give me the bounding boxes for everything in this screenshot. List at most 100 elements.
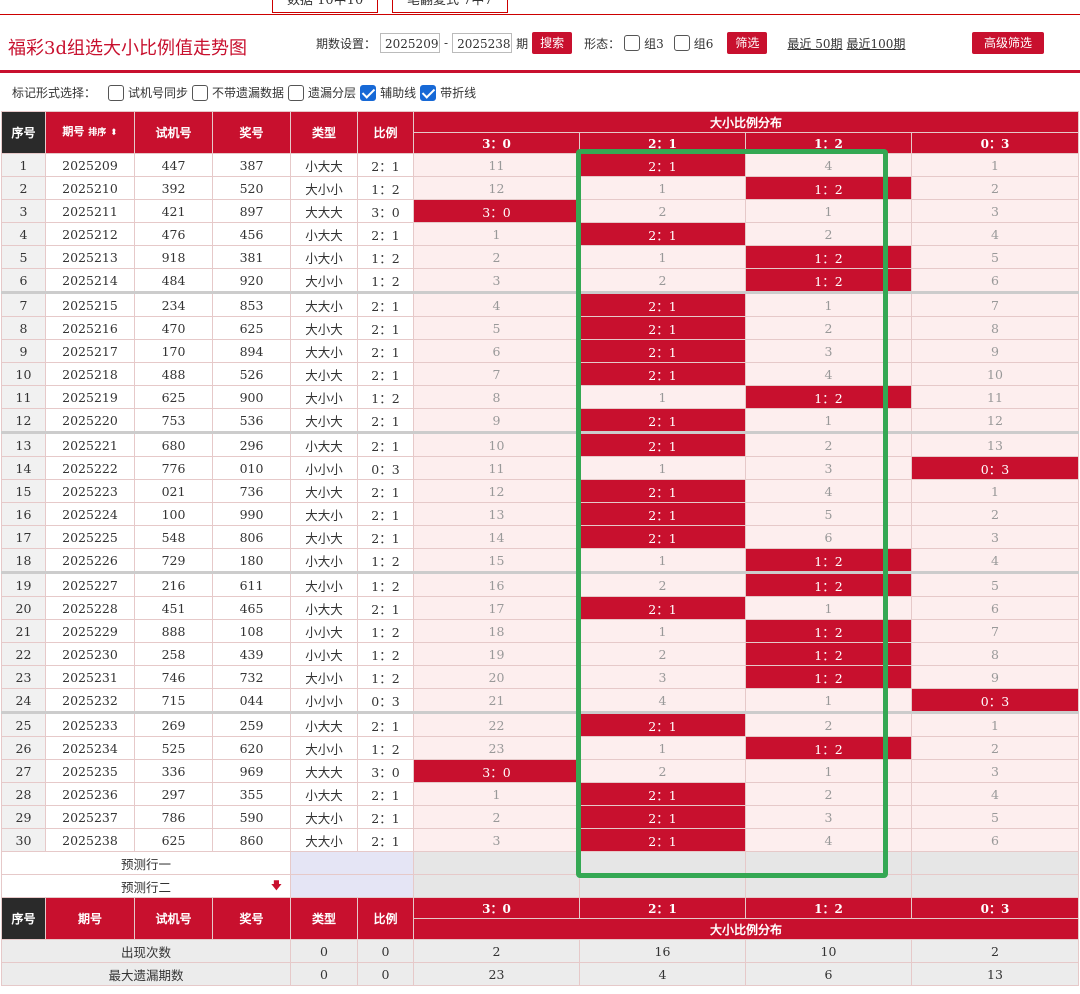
z3-checkbox[interactable] <box>624 35 641 51</box>
col-period-label: 期号 <box>62 125 85 138</box>
col-period[interactable]: 期号 排序 ⬍ <box>45 111 135 154</box>
cell-test: 729 <box>134 548 213 573</box>
dist-miss-cell: 12 <box>910 408 1080 433</box>
opt-sync-checkbox[interactable] <box>108 84 125 101</box>
cell-test: 297 <box>134 782 213 806</box>
dist-hit-cell: 2：1 <box>579 782 746 806</box>
predict-cell[interactable] <box>413 874 580 898</box>
predict-row-2-input[interactable] <box>290 874 414 898</box>
tab-compound[interactable]: 笔翻复式 7中7 <box>392 0 508 13</box>
table-row: 25 2025233 269 259 小大大 2：1 22 2：1 2 1 <box>1 711 1080 737</box>
cell-seq: 8 <box>1 316 46 340</box>
dist-miss-cell: 19 <box>413 642 580 666</box>
sort-arrows-icon[interactable]: ⬍ <box>110 128 118 138</box>
dist-hit-cell: 2：1 <box>579 339 746 363</box>
predict-cell[interactable] <box>579 851 746 875</box>
search-button[interactable]: 搜索 <box>532 32 573 54</box>
dist-hit-cell: 2：1 <box>579 828 746 852</box>
recent-50-link[interactable]: 最近 50期 <box>787 35 842 52</box>
period-to-input[interactable]: 2025238 <box>452 33 513 53</box>
dist-miss-cell: 1 <box>579 619 746 643</box>
cell-ratio: 2：1 <box>357 153 414 177</box>
dist-miss-cell: 1 <box>579 736 746 760</box>
dist-miss-cell: 2 <box>745 431 912 457</box>
dist-miss-cell: 6 <box>910 268 1080 293</box>
cell-ratio: 1：2 <box>357 736 414 760</box>
dist-hit-cell: 2：1 <box>579 525 746 549</box>
cell-prize: 920 <box>212 268 291 293</box>
cell-test: 336 <box>134 759 213 783</box>
dist-miss-cell: 7 <box>910 291 1080 317</box>
cell-seq: 22 <box>1 642 46 666</box>
tab-data[interactable]: 数据 10中10 <box>272 0 379 13</box>
cell-seq: 3 <box>1 199 46 223</box>
z6-checkbox[interactable] <box>673 35 690 51</box>
opt-nomiss-label: 不带遗漏数据 <box>212 86 285 100</box>
cell-seq: 21 <box>1 619 46 643</box>
dist-hit-cell: 1：2 <box>745 245 912 269</box>
cell-type: 小大大 <box>290 782 358 806</box>
stat-cell: 0 <box>357 962 414 986</box>
predict-cell[interactable] <box>910 851 1080 875</box>
cell-period: 2025231 <box>45 665 135 689</box>
cell-test: 918 <box>134 245 213 269</box>
predict-cell[interactable] <box>579 874 746 898</box>
cell-period: 2025219 <box>45 385 135 409</box>
table-row: 3 2025211 421 897 大大大 3：0 3：0 2 1 3 <box>1 199 1080 223</box>
opt-line-checkbox[interactable] <box>420 84 437 101</box>
form-label: 形态： <box>584 36 621 51</box>
predict-cell[interactable] <box>413 851 580 875</box>
table-row: 30 2025238 625 860 大大小 2：1 3 2：1 4 6 <box>1 828 1080 852</box>
cell-period: 2025229 <box>45 619 135 643</box>
cell-prize: 044 <box>212 688 291 713</box>
dist-miss-cell: 4 <box>745 828 912 852</box>
table-row: 26 2025234 525 620 大小小 1：2 23 1 1：2 2 <box>1 736 1080 760</box>
foot-col-test: 试机号 <box>134 897 213 940</box>
dist-hit-cell: 2：1 <box>579 222 746 246</box>
table-row: 14 2025222 776 010 小小小 0：3 11 1 3 0：3 <box>1 456 1080 480</box>
dist-miss-cell: 5 <box>910 805 1080 829</box>
dist-miss-cell: 3 <box>745 339 912 363</box>
arrow-down-icon[interactable]: 🡇 <box>271 877 282 896</box>
col-sort-label[interactable]: 排序 <box>88 128 106 138</box>
table-row: 6 2025214 484 920 大小小 1：2 3 2 1：2 6 <box>1 268 1080 293</box>
predict-cell[interactable] <box>910 874 1080 898</box>
cell-ratio: 2：1 <box>357 408 414 433</box>
dist-col-2-1: 2：1 <box>579 132 746 154</box>
advanced-filter-button[interactable]: 高级筛选 <box>972 32 1045 54</box>
opt-sync-label: 试机号同步 <box>128 86 189 100</box>
cell-test: 447 <box>134 153 213 177</box>
cell-seq: 25 <box>1 711 46 737</box>
opt-guide-checkbox[interactable] <box>360 84 377 101</box>
table-row: 11 2025219 625 900 大小小 1：2 8 1 1：2 11 <box>1 385 1080 409</box>
dist-miss-cell: 1 <box>745 199 912 223</box>
cell-ratio: 1：2 <box>357 619 414 643</box>
dist-miss-cell: 1 <box>745 408 912 433</box>
cell-period: 2025209 <box>45 153 135 177</box>
cell-test: 746 <box>134 665 213 689</box>
dist-miss-cell: 10 <box>910 362 1080 386</box>
header-divider <box>0 70 1080 73</box>
cell-seq: 24 <box>1 688 46 713</box>
opt-layer-checkbox[interactable] <box>288 84 305 101</box>
predict-cell[interactable] <box>745 851 912 875</box>
dist-hit-cell: 2：1 <box>579 805 746 829</box>
stat-cell: 23 <box>413 962 580 986</box>
cell-prize: 853 <box>212 291 291 317</box>
table-row: 4 2025212 476 456 小大大 2：1 1 2：1 2 4 <box>1 222 1080 246</box>
dist-miss-cell: 1 <box>579 385 746 409</box>
dist-miss-cell: 1 <box>413 222 580 246</box>
dist-miss-cell: 13 <box>413 502 580 526</box>
dist-hit-cell: 0：3 <box>910 456 1080 480</box>
period-from-input[interactable]: 2025209 <box>380 33 441 53</box>
predict-cell[interactable] <box>745 874 912 898</box>
cell-prize: 259 <box>212 711 291 737</box>
dist-miss-cell: 1 <box>910 479 1080 503</box>
predict-row-1-input[interactable] <box>290 851 414 875</box>
filter-button[interactable]: 筛选 <box>727 32 768 54</box>
cell-ratio: 1：2 <box>357 385 414 409</box>
cell-seq: 17 <box>1 525 46 549</box>
opt-nomiss-checkbox[interactable] <box>192 84 209 101</box>
recent-100-link[interactable]: 最近100期 <box>847 35 906 52</box>
col-test: 试机号 <box>134 111 213 154</box>
